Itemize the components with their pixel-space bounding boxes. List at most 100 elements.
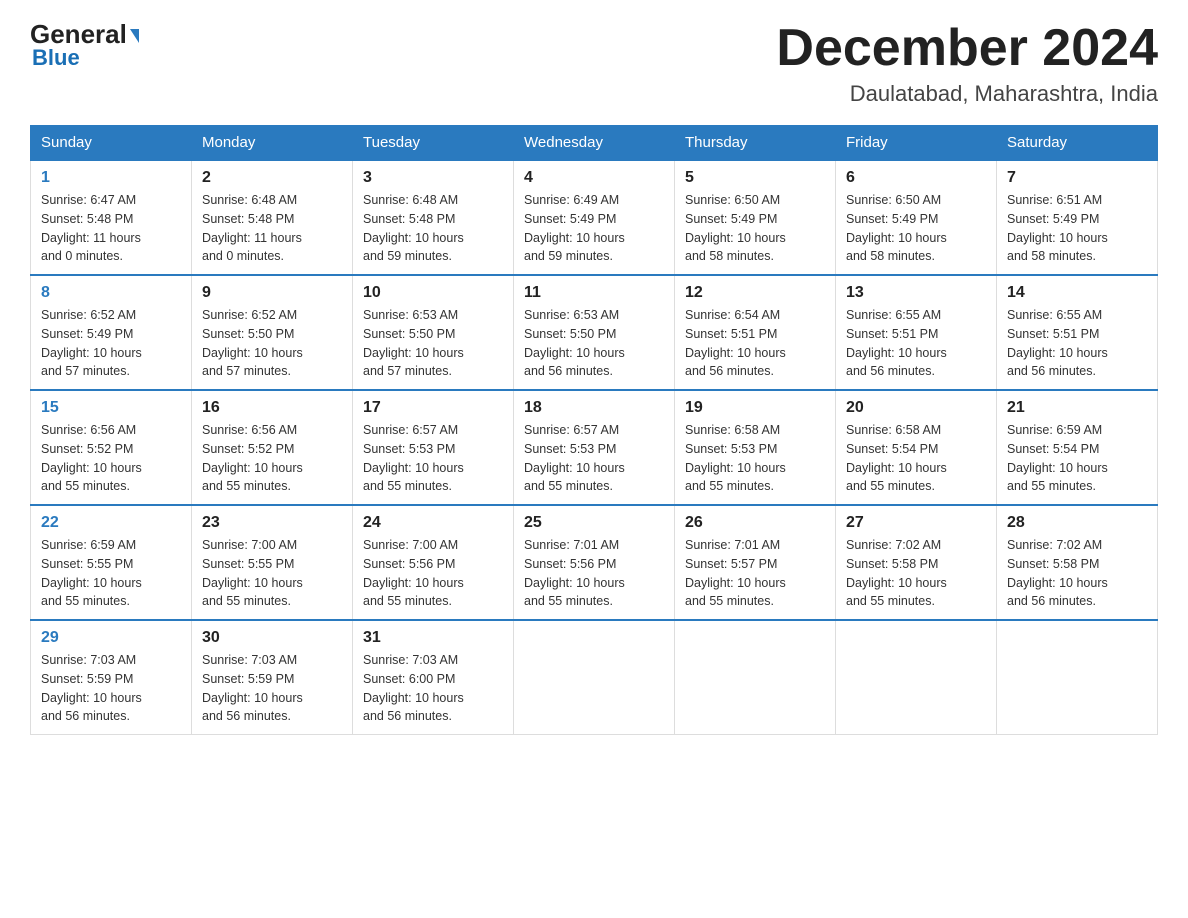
calendar-week-row: 22 Sunrise: 6:59 AMSunset: 5:55 PMDayligh… (31, 505, 1158, 620)
day-number: 12 (685, 284, 825, 302)
calendar-cell: 27 Sunrise: 7:02 AMSunset: 5:58 PMDayligh… (836, 505, 997, 620)
day-info: Sunrise: 6:57 AMSunset: 5:53 PMDaylight:… (524, 421, 664, 496)
day-info: Sunrise: 7:01 AMSunset: 5:57 PMDaylight:… (685, 536, 825, 611)
day-info: Sunrise: 6:48 AMSunset: 5:48 PMDaylight:… (202, 191, 342, 266)
day-number: 6 (846, 169, 986, 187)
day-info: Sunrise: 6:55 AMSunset: 5:51 PMDaylight:… (1007, 306, 1147, 381)
day-number: 20 (846, 399, 986, 417)
day-info: Sunrise: 6:54 AMSunset: 5:51 PMDaylight:… (685, 306, 825, 381)
calendar-cell: 15Sunrise: 6:56 AMSunset: 5:52 PMDayligh… (31, 390, 192, 505)
day-number: 27 (846, 514, 986, 532)
day-info: Sunrise: 6:56 AMSunset: 5:52 PMDaylight:… (41, 421, 181, 496)
day-info: Sunrise: 7:01 AMSunset: 5:56 PMDaylight:… (524, 536, 664, 611)
day-number: 19 (685, 399, 825, 417)
day-number: 5 (685, 169, 825, 187)
day-info: Sunrise: 7:02 AMSunset: 5:58 PMDaylight:… (1007, 536, 1147, 611)
calendar-cell: 18 Sunrise: 6:57 AMSunset: 5:53 PMDayligh… (514, 390, 675, 505)
calendar-cell: 7 Sunrise: 6:51 AMSunset: 5:49 PMDaylight… (997, 160, 1158, 275)
day-info: Sunrise: 7:03 AMSunset: 6:00 PMDaylight:… (363, 651, 503, 726)
calendar-cell: 6 Sunrise: 6:50 AMSunset: 5:49 PMDaylight… (836, 160, 997, 275)
calendar-cell (997, 620, 1158, 735)
day-number: 4 (524, 169, 664, 187)
day-number: 11 (524, 284, 664, 302)
calendar-cell: 3 Sunrise: 6:48 AMSunset: 5:48 PMDaylight… (353, 160, 514, 275)
calendar-cell: 23 Sunrise: 7:00 AMSunset: 5:55 PMDayligh… (192, 505, 353, 620)
day-info: Sunrise: 7:00 AMSunset: 5:56 PMDaylight:… (363, 536, 503, 611)
day-info: Sunrise: 6:57 AMSunset: 5:53 PMDaylight:… (363, 421, 503, 496)
col-thursday: Thursday (675, 126, 836, 161)
day-number: 1 (41, 169, 181, 187)
day-info: Sunrise: 6:59 AMSunset: 5:54 PMDaylight:… (1007, 421, 1147, 496)
day-info: Sunrise: 6:58 AMSunset: 5:53 PMDaylight:… (685, 421, 825, 496)
logo-blue-text: Blue (32, 45, 80, 71)
day-info: Sunrise: 6:50 AMSunset: 5:49 PMDaylight:… (846, 191, 986, 266)
calendar-cell: 2 Sunrise: 6:48 AMSunset: 5:48 PMDaylight… (192, 160, 353, 275)
calendar-cell: 21Sunrise: 6:59 AMSunset: 5:54 PMDayligh… (997, 390, 1158, 505)
calendar-cell: 1Sunrise: 6:47 AMSunset: 5:48 PMDaylight… (31, 160, 192, 275)
day-info: Sunrise: 7:03 AMSunset: 5:59 PMDaylight:… (202, 651, 342, 726)
day-info: Sunrise: 6:56 AMSunset: 5:52 PMDaylight:… (202, 421, 342, 496)
calendar-table: Sunday Monday Tuesday Wednesday Thursday… (30, 125, 1158, 735)
day-number: 2 (202, 169, 342, 187)
calendar-cell: 13 Sunrise: 6:55 AMSunset: 5:51 PMDayligh… (836, 275, 997, 390)
calendar-week-row: 29Sunrise: 7:03 AMSunset: 5:59 PMDayligh… (31, 620, 1158, 735)
calendar-week-row: 8 Sunrise: 6:52 AMSunset: 5:49 PMDaylight… (31, 275, 1158, 390)
day-info: Sunrise: 7:03 AMSunset: 5:59 PMDaylight:… (41, 651, 181, 726)
calendar-cell (836, 620, 997, 735)
calendar-cell: 26 Sunrise: 7:01 AMSunset: 5:57 PMDayligh… (675, 505, 836, 620)
day-info: Sunrise: 6:52 AMSunset: 5:49 PMDaylight:… (41, 306, 181, 381)
day-number: 25 (524, 514, 664, 532)
day-info: Sunrise: 7:02 AMSunset: 5:58 PMDaylight:… (846, 536, 986, 611)
day-number: 30 (202, 629, 342, 647)
day-info: Sunrise: 6:48 AMSunset: 5:48 PMDaylight:… (363, 191, 503, 266)
location-subtitle: Daulatabad, Maharashtra, India (776, 81, 1158, 107)
calendar-cell: 14Sunrise: 6:55 AMSunset: 5:51 PMDayligh… (997, 275, 1158, 390)
calendar-cell: 11Sunrise: 6:53 AMSunset: 5:50 PMDayligh… (514, 275, 675, 390)
calendar-cell: 17 Sunrise: 6:57 AMSunset: 5:53 PMDayligh… (353, 390, 514, 505)
day-info: Sunrise: 7:00 AMSunset: 5:55 PMDaylight:… (202, 536, 342, 611)
day-info: Sunrise: 6:53 AMSunset: 5:50 PMDaylight:… (363, 306, 503, 381)
day-number: 9 (202, 284, 342, 302)
calendar-cell: 24Sunrise: 7:00 AMSunset: 5:56 PMDayligh… (353, 505, 514, 620)
col-friday: Friday (836, 126, 997, 161)
month-title: December 2024 (776, 20, 1158, 77)
calendar-cell: 9 Sunrise: 6:52 AMSunset: 5:50 PMDaylight… (192, 275, 353, 390)
calendar-cell: 20Sunrise: 6:58 AMSunset: 5:54 PMDayligh… (836, 390, 997, 505)
day-info: Sunrise: 6:49 AMSunset: 5:49 PMDaylight:… (524, 191, 664, 266)
day-number: 23 (202, 514, 342, 532)
calendar-cell: 31 Sunrise: 7:03 AMSunset: 6:00 PMDayligh… (353, 620, 514, 735)
day-info: Sunrise: 6:59 AMSunset: 5:55 PMDaylight:… (41, 536, 181, 611)
day-info: Sunrise: 6:55 AMSunset: 5:51 PMDaylight:… (846, 306, 986, 381)
calendar-cell (514, 620, 675, 735)
calendar-week-row: 15Sunrise: 6:56 AMSunset: 5:52 PMDayligh… (31, 390, 1158, 505)
day-number: 3 (363, 169, 503, 187)
day-number: 31 (363, 629, 503, 647)
calendar-cell: 4 Sunrise: 6:49 AMSunset: 5:49 PMDaylight… (514, 160, 675, 275)
day-number: 7 (1007, 169, 1147, 187)
day-info: Sunrise: 6:51 AMSunset: 5:49 PMDaylight:… (1007, 191, 1147, 266)
day-number: 10 (363, 284, 503, 302)
calendar-cell (675, 620, 836, 735)
day-number: 17 (363, 399, 503, 417)
col-sunday: Sunday (31, 126, 192, 161)
calendar-cell: 29Sunrise: 7:03 AMSunset: 5:59 PMDayligh… (31, 620, 192, 735)
logo: General Blue (30, 20, 139, 71)
calendar-cell: 8 Sunrise: 6:52 AMSunset: 5:49 PMDaylight… (31, 275, 192, 390)
day-number: 22 (41, 514, 181, 532)
day-info: Sunrise: 6:52 AMSunset: 5:50 PMDaylight:… (202, 306, 342, 381)
day-number: 18 (524, 399, 664, 417)
day-number: 28 (1007, 514, 1147, 532)
day-number: 26 (685, 514, 825, 532)
day-info: Sunrise: 6:50 AMSunset: 5:49 PMDaylight:… (685, 191, 825, 266)
calendar-week-row: 1Sunrise: 6:47 AMSunset: 5:48 PMDaylight… (31, 160, 1158, 275)
calendar-cell: 5 Sunrise: 6:50 AMSunset: 5:49 PMDaylight… (675, 160, 836, 275)
page-header: General Blue December 2024 Daulatabad, M… (30, 20, 1158, 107)
calendar-cell: 19 Sunrise: 6:58 AMSunset: 5:53 PMDayligh… (675, 390, 836, 505)
calendar-cell: 30 Sunrise: 7:03 AMSunset: 5:59 PMDayligh… (192, 620, 353, 735)
day-number: 13 (846, 284, 986, 302)
col-wednesday: Wednesday (514, 126, 675, 161)
calendar-cell: 12 Sunrise: 6:54 AMSunset: 5:51 PMDayligh… (675, 275, 836, 390)
col-saturday: Saturday (997, 126, 1158, 161)
day-number: 8 (41, 284, 181, 302)
calendar-cell: 16Sunrise: 6:56 AMSunset: 5:52 PMDayligh… (192, 390, 353, 505)
